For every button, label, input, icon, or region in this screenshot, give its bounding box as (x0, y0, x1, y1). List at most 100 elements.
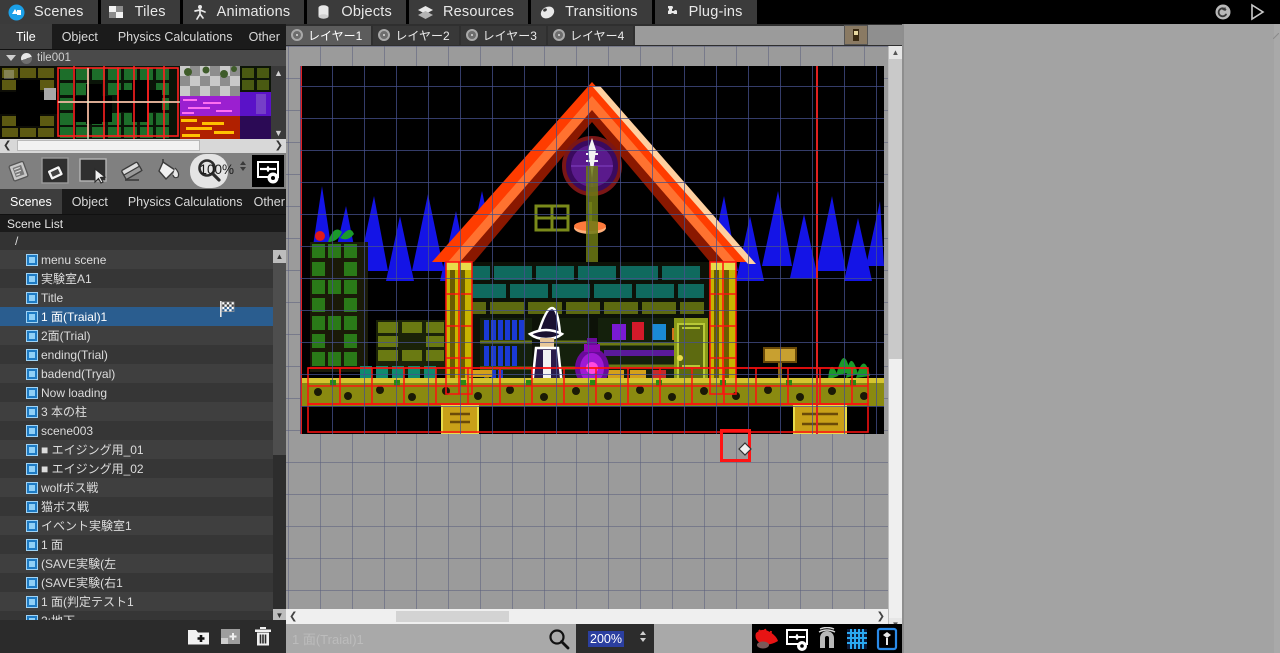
palette-scroll-thumb[interactable] (17, 140, 200, 151)
tab-physics-calculations[interactable]: Physics Calculations (108, 24, 243, 49)
right-properties-panel[interactable] (902, 24, 1280, 653)
scene-list-scroll-up[interactable]: ▲ (273, 250, 286, 263)
layer-visibility-icon[interactable] (553, 29, 565, 41)
layer-tab-1[interactable]: レイヤー1 (286, 26, 371, 45)
scene-icon (26, 349, 38, 361)
fill-bucket-tool[interactable] (152, 154, 190, 188)
tileset-header[interactable]: tile001 (0, 50, 286, 66)
layer-tab-extra-b[interactable] (885, 25, 902, 45)
grid-icon[interactable] (842, 624, 872, 653)
stamp-tool[interactable] (0, 154, 38, 188)
scene-list-scroll-thumb[interactable] (273, 250, 286, 455)
scene-list-item[interactable]: 猫ボス戦 (0, 497, 286, 516)
palette-scroll-down-arrow[interactable]: ▼ (271, 126, 286, 139)
scene-list-item[interactable]: 1 面(判定テスト1 (0, 592, 286, 611)
layer-tab-3[interactable]: レイヤー3 (461, 26, 546, 45)
viewport-horizontal-thumb[interactable] (396, 611, 509, 622)
triangle-down-icon[interactable] (6, 55, 16, 61)
scene-list-item[interactable]: Title (0, 288, 286, 307)
scene-list-item[interactable]: 実験室A1 (0, 269, 286, 288)
scene-list-scrollbar[interactable]: ▲ ▼ (273, 250, 286, 622)
palette-vertical-scrollbar[interactable]: ▲ ▼ (271, 66, 286, 139)
palette-scroll-up-arrow[interactable]: ▲ (271, 66, 286, 79)
menu-item-transitions[interactable]: Transitions (531, 0, 652, 24)
tile-palette[interactable]: ▲ ▼ (0, 66, 286, 139)
rectangle-select-tool[interactable] (76, 154, 114, 188)
scene-icon (26, 539, 38, 551)
panel-divider[interactable] (902, 24, 904, 653)
scene-list[interactable]: menu scene実験室A1Title1 面(Traial)12面(Trial… (0, 250, 286, 622)
viewport-vertical-scrollbar[interactable]: ▲ ▼ (888, 46, 902, 631)
tileset-name: tile001 (37, 52, 71, 64)
layer-tab-2[interactable]: レイヤー2 (373, 26, 458, 45)
eraser-tool[interactable] (114, 154, 152, 188)
palette-horizontal-scrollbar[interactable]: ❮ ❯ (0, 139, 286, 153)
trash-icon[interactable] (251, 626, 274, 647)
scene-list-item[interactable]: ending(Trial) (0, 345, 286, 364)
layer-visibility-icon[interactable] (466, 29, 478, 41)
scene-list-item[interactable]: イベント実験室1 (0, 516, 286, 535)
menu-item-animations[interactable]: Animations (183, 0, 305, 24)
scene-list-item[interactable]: 1 面 (0, 535, 286, 554)
tab-scene-physics[interactable]: Physics Calculations (118, 189, 253, 214)
scene-list-root[interactable]: / (0, 232, 286, 250)
menu-item-scenes[interactable]: Scenes (0, 0, 98, 24)
scene-list-item[interactable]: ■ エイジング用_01 (0, 440, 286, 459)
scene-list-item[interactable]: 3 本の柱 (0, 402, 286, 421)
tab-tile[interactable]: Tile (0, 24, 52, 49)
book-icon[interactable] (872, 624, 902, 653)
tab-scenes[interactable]: Scenes (0, 189, 62, 214)
effects-icon[interactable] (752, 624, 782, 653)
scene-viewport[interactable] (286, 46, 902, 631)
scene-list-item[interactable]: 1 面(Traial)1 (0, 307, 286, 326)
menu-item-tiles[interactable]: Tiles (101, 0, 180, 24)
file-plus-icon[interactable] (219, 626, 242, 647)
canvas-zoom-stepper[interactable] (640, 631, 646, 642)
menu-item-resources[interactable]: Resources (409, 0, 528, 24)
menu-item-objects[interactable]: Objects (307, 0, 406, 24)
palette-scroll-right-arrow[interactable]: ❯ (275, 141, 283, 151)
scene-list-item-label: (SAVE実験(左 (41, 555, 116, 572)
magnet-icon[interactable] (812, 624, 842, 653)
viewport-horizontal-scrollbar[interactable]: ❮ ❯ (286, 609, 888, 624)
scene-list-footer (0, 620, 286, 653)
resources-icon (417, 4, 434, 21)
scene-list-item[interactable]: (SAVE実験(左 (0, 554, 286, 573)
scene-stage[interactable] (300, 66, 884, 434)
scene-list-item[interactable]: badend(Tryal) (0, 364, 286, 383)
tab-scene-objects[interactable]: Object (62, 189, 118, 214)
viewport-scroll-up[interactable]: ▲ (889, 46, 902, 59)
layer-tab-extra-a[interactable] (868, 25, 885, 45)
resize-handle[interactable] (1273, 26, 1279, 32)
scene-list-item[interactable]: menu scene (0, 250, 286, 269)
magnifier-icon[interactable] (542, 628, 576, 650)
layer-visibility-icon[interactable] (291, 29, 303, 41)
layer-preview-thumbnail[interactable] (844, 25, 868, 45)
palette-scroll-left-arrow[interactable]: ❮ (3, 141, 11, 151)
scene-list-item[interactable]: scene003 (0, 421, 286, 440)
scene-list-item[interactable]: 2面(Trial) (0, 326, 286, 345)
palette-zoom-stepper[interactable] (240, 161, 246, 171)
tile-palette-canvas[interactable] (0, 66, 271, 139)
scene-list-item[interactable]: wolfボス戦 (0, 478, 286, 497)
canvas-zoom-field[interactable]: 200% (576, 624, 654, 653)
viewport-scroll-left[interactable]: ❮ (289, 611, 297, 622)
menu-item-plugins[interactable]: Plug-ins (655, 0, 757, 24)
tab-object[interactable]: Object (52, 24, 108, 49)
layer-tab-4[interactable]: レイヤー4 (548, 26, 633, 45)
flip-eye-icon[interactable] (252, 155, 284, 187)
tab-scene-other[interactable]: Other (252, 189, 286, 214)
scene-list-item[interactable]: Now loading (0, 383, 286, 402)
undo-icon[interactable] (1214, 3, 1232, 21)
tab-other[interactable]: Other (242, 24, 286, 49)
scene-icon (26, 368, 38, 380)
viewport-vertical-thumb[interactable] (889, 59, 902, 359)
scene-list-item[interactable]: ■ エイジング用_02 (0, 459, 286, 478)
layer-visibility-icon[interactable] (378, 29, 390, 41)
pencil-tool[interactable] (38, 154, 76, 188)
flip-eye-icon[interactable] (782, 624, 812, 653)
folder-plus-icon[interactable] (187, 626, 210, 647)
scene-list-item[interactable]: (SAVE実験(右1 (0, 573, 286, 592)
play-icon[interactable] (1248, 3, 1266, 21)
viewport-scroll-right[interactable]: ❯ (877, 611, 885, 622)
